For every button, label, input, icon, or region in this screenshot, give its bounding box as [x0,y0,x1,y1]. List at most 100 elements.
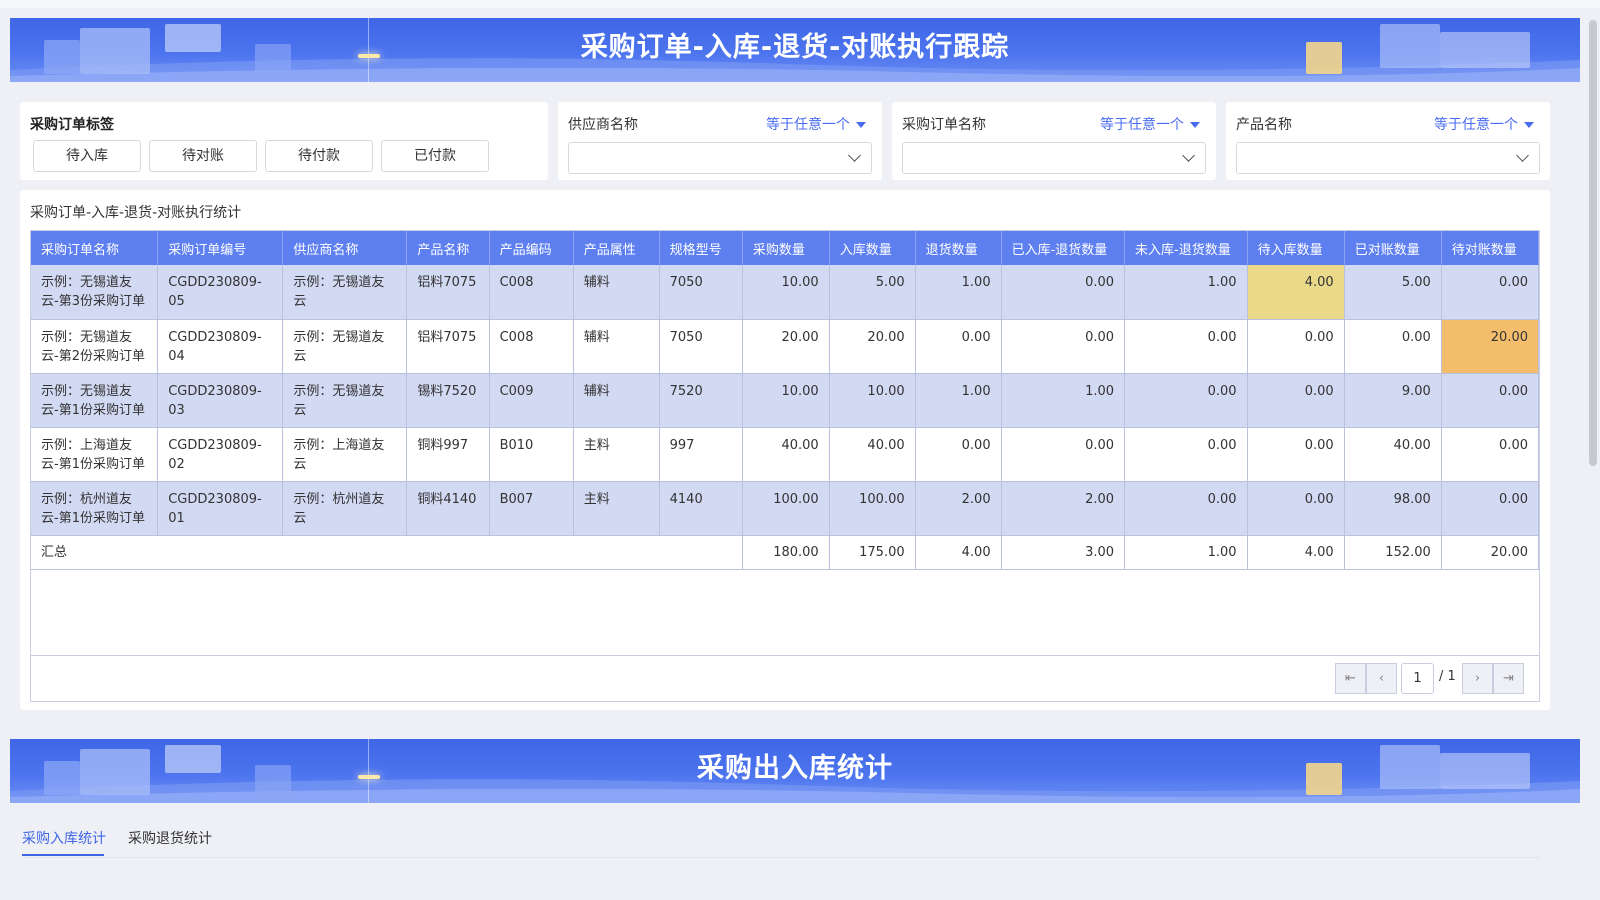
product-operator-dropdown[interactable]: 等于任意一个 [1434,114,1534,134]
column-header[interactable]: 待对账数量 [1441,231,1539,265]
product-select[interactable] [1236,142,1540,174]
table-cell: 40.00 [742,427,830,482]
table-cell: 20.00 [742,319,830,374]
table-row[interactable]: 示例：无锡道友云-第2份采购订单 CGDD230809-04 示例：无锡道友云 铝料7… [31,319,1539,374]
column-header[interactable]: 产品名称 [406,231,490,265]
table-total-row: 汇总 180.00 175.00 4.00 3.00 1.00 4.00 152.00 20.0… [31,535,1539,570]
column-header[interactable]: 采购数量 [742,231,830,265]
table-cell: 4140 [659,481,743,536]
column-header[interactable]: 采购订单名称 [31,231,159,265]
table-cell: 0.00 [1247,373,1345,428]
table-cell: 0.00 [1441,481,1539,536]
first-page-button[interactable]: ⇤ [1335,663,1366,694]
table-cell: 1.00 [1124,265,1248,320]
table-row[interactable]: 示例：无锡道友云-第3份采购订单 CGDD230809-05 示例：无锡道友云 铝料7… [31,265,1539,320]
table-cell: 10.00 [829,373,916,428]
table-cell: 1.00 [1001,373,1126,428]
tag-button-pending-reconcile[interactable]: 待对账 [149,140,257,172]
banner-header: 采购订单-入库-退货-对账执行跟踪 [10,18,1580,82]
table-cell: CGDD230809-03 [157,373,284,428]
table-cell: 辅料 [573,373,660,428]
column-header[interactable]: 退货数量 [915,231,1002,265]
table-cell: 主料 [573,427,660,482]
tab-inbound-stats[interactable]: 采购入库统计 [22,828,106,848]
table-cell: CGDD230809-04 [157,319,284,374]
total-cell: 175.00 [829,535,916,570]
table-cell: B007 [489,481,574,536]
order-select[interactable] [902,142,1206,174]
table-cell: 示例：无锡道友云 [282,373,408,428]
pager-divider [31,655,1539,656]
table-cell: 0.00 [1124,373,1248,428]
banner-section-2: 采购出入库统计 [10,739,1580,803]
tag-button-paid[interactable]: 已付款 [381,140,489,172]
page-number-input[interactable]: 1 [1401,663,1434,694]
table-cell: 铜料4140 [406,481,490,536]
order-operator-dropdown[interactable]: 等于任意一个 [1100,114,1200,134]
total-cell: 3.00 [1001,535,1126,570]
table-cell: 0.00 [1441,373,1539,428]
table-cell: 0.00 [1124,427,1248,482]
supplier-operator-label: 等于任意一个 [766,117,850,133]
table-panel: 采购订单-入库-退货-对账执行统计 采购订单名称 采购订单编号 供应商名称 产品名称产… [20,190,1550,710]
table-cell: 0.00 [1441,427,1539,482]
caret-down-icon [1524,122,1534,128]
next-page-button[interactable]: › [1462,663,1493,694]
order-filter-card: 采购订单名称 等于任意一个 [892,102,1216,180]
tab-return-stats[interactable]: 采购退货统计 [128,828,212,848]
tag-button-pending-inbound[interactable]: 待入库 [33,140,141,172]
table-cell: 铜料997 [406,427,490,482]
column-header[interactable]: 产品属性 [573,231,660,265]
supplier-operator-dropdown[interactable]: 等于任意一个 [766,114,866,134]
column-header[interactable]: 入库数量 [829,231,916,265]
table-cell: 0.00 [1344,319,1442,374]
table-cell: 示例：上海道友云 [282,427,408,482]
table-cell: 4.00 [1247,265,1345,320]
column-header[interactable]: 采购订单编号 [157,231,284,265]
column-header[interactable]: 已对账数量 [1344,231,1442,265]
table-cell: 示例：无锡道友云-第3份采购订单 [31,265,159,320]
table-cell: B010 [489,427,574,482]
table-cell: 铝料7075 [406,265,490,320]
tag-button-pending-payment[interactable]: 待付款 [265,140,373,172]
table-cell: 100.00 [829,481,916,536]
chevron-down-icon [848,149,861,162]
table-cell: 示例：杭州道友云 [282,481,408,536]
table-cell: 示例：无锡道友云 [282,319,408,374]
table-header-row: 采购订单名称 采购订单编号 供应商名称 产品名称 产品编码 产品属性 规格型号 采购数量 入库数… [31,231,1539,265]
supplier-filter-label: 供应商名称 [568,117,638,133]
supplier-select[interactable] [568,142,872,174]
column-header[interactable]: 待入库数量 [1247,231,1345,265]
table-cell: 10.00 [742,265,830,320]
table-cell: 1.00 [915,373,1002,428]
table-row[interactable]: 示例：杭州道友云-第1份采购订单 CGDD230809-01 示例：杭州道友云 铜料4… [31,481,1539,536]
table-cell: 20.00 [829,319,916,374]
table-cell: CGDD230809-02 [157,427,284,482]
table-cell: 7050 [659,265,743,320]
column-header[interactable]: 供应商名称 [282,231,408,265]
page-title: 采购订单-入库-退货-对账执行跟踪 [580,32,1010,63]
table-cell: 0.00 [1124,319,1248,374]
column-header[interactable]: 未入库-退货数量 [1124,231,1248,265]
table-cell: 辅料 [573,265,660,320]
top-strip [0,0,1600,8]
order-operator-label: 等于任意一个 [1100,117,1184,133]
column-header[interactable]: 产品编码 [489,231,574,265]
table-cell: 5.00 [1344,265,1442,320]
column-header[interactable]: 规格型号 [659,231,743,265]
table-row[interactable]: 示例：无锡道友云-第1份采购订单 CGDD230809-03 示例：无锡道友云 锡料7… [31,373,1539,428]
data-table-container[interactable]: 采购订单名称 采购订单编号 供应商名称 产品名称 产品编码 产品属性 规格型号 采购数量 入库数… [30,230,1540,702]
total-cell: 4.00 [915,535,1002,570]
table-cell: 5.00 [829,265,916,320]
table-cell: 10.00 [742,373,830,428]
last-page-button[interactable]: ⇥ [1493,663,1524,694]
prev-page-button[interactable]: ‹ [1366,663,1397,694]
table-cell: 锡料7520 [406,373,490,428]
scrollbar-thumb[interactable] [1589,20,1597,466]
table-cell: 示例：无锡道友云-第1份采购订单 [31,373,159,428]
total-label: 汇总 [31,535,743,570]
table-cell: 9.00 [1344,373,1442,428]
column-header[interactable]: 已入库-退货数量 [1001,231,1126,265]
tag-filter-card: 采购订单标签 待入库 待对账 待付款 已付款 [20,102,548,180]
table-row[interactable]: 示例：上海道友云-第1份采购订单 CGDD230809-02 示例：上海道友云 铜料9… [31,427,1539,482]
